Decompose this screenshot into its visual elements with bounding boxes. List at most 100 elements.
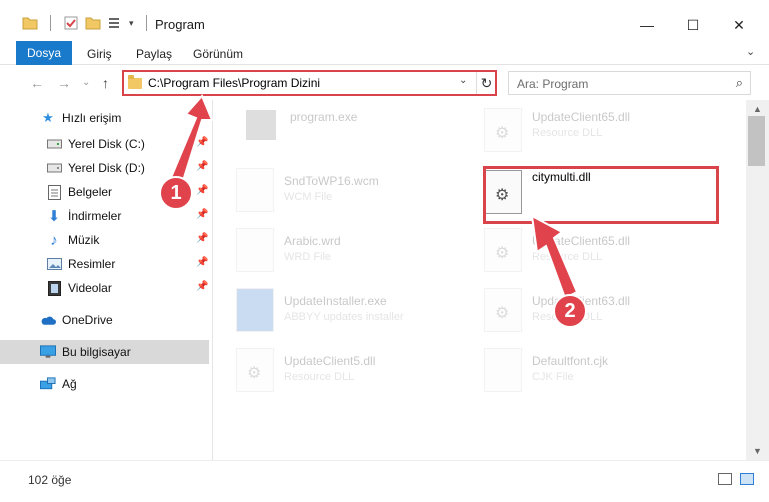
file-type: WRD File	[284, 251, 332, 263]
details-view-icon[interactable]	[718, 473, 732, 485]
file-name: Arabic.wrd	[284, 234, 341, 248]
nav-drive-c[interactable]: Yerel Disk (C:) 📌	[0, 132, 209, 156]
recent-locations-icon[interactable]: ⌄	[82, 77, 90, 88]
new-folder-icon[interactable]	[85, 15, 101, 31]
properties-icon[interactable]	[63, 15, 79, 31]
dll-file-icon: ⚙	[484, 288, 522, 332]
file-name: UpdateClient65.dll	[532, 110, 631, 124]
refresh-icon[interactable]: ↻	[476, 72, 496, 94]
address-path[interactable]: C:\Program Files\Program Dizini	[148, 76, 320, 90]
download-icon: ⬇	[47, 208, 61, 225]
highlight-box	[483, 166, 719, 224]
file-item[interactable]: program.exe	[242, 108, 357, 140]
file-item[interactable]: ⚙ UpdateClient65.dll Resource DLL	[484, 228, 630, 272]
nav-pictures[interactable]: Resimler 📌	[0, 252, 209, 276]
tab-view[interactable]: Görünüm	[193, 47, 243, 61]
dll-file-icon: ⚙	[484, 108, 522, 152]
pin-icon: 📌	[196, 209, 209, 220]
nav-onedrive[interactable]: OneDrive	[0, 308, 209, 332]
dll-file-icon: ⚙	[484, 228, 522, 272]
file-item[interactable]: ⚙ UpdateClient65.dll Resource DLL	[484, 108, 630, 152]
nav-quick-access[interactable]: ★ Hızlı erişim	[0, 106, 209, 130]
large-icons-view-icon[interactable]	[740, 473, 754, 485]
file-type: CJK File	[532, 371, 574, 383]
file-type: ABBYY updates installer	[284, 311, 404, 323]
close-icon: ✕	[733, 16, 745, 33]
network-icon	[40, 376, 56, 392]
file-item[interactable]: UpdateInstaller.exe ABBYY updates install…	[236, 288, 404, 332]
search-icon[interactable]: ⌕	[736, 75, 743, 91]
document-file-icon	[236, 168, 274, 212]
file-list: program.exe SndToWP16.wcm WCM File Arabic…	[214, 100, 746, 460]
quick-access-toolbar: ▾	[22, 15, 153, 31]
document-file-icon	[484, 348, 522, 392]
gear-icon: ⚙	[247, 365, 262, 382]
customize-toolbar-icon[interactable]	[107, 15, 123, 31]
toolbar-dropdown-icon[interactable]: ▾	[129, 18, 134, 29]
vertical-scrollbar[interactable]: ▲ ▼	[746, 100, 769, 460]
minimize-button[interactable]: —	[624, 10, 670, 40]
tab-home[interactable]: Giriş	[87, 47, 112, 61]
tab-file[interactable]: Dosya	[16, 41, 72, 65]
nav-music[interactable]: ♪ Müzik 📌	[0, 228, 209, 252]
tab-share[interactable]: Paylaş	[136, 47, 172, 61]
forward-arrow-icon[interactable]: →	[57, 75, 71, 91]
address-row: ← → ⌄ ↑ C:\Program Files\Program Dizini …	[0, 66, 769, 100]
file-item[interactable]: SndToWP16.wcm WCM File	[236, 168, 379, 212]
pin-icon: 📌	[196, 233, 209, 244]
minimize-icon: —	[640, 17, 654, 33]
gear-icon: ⚙	[495, 305, 510, 322]
up-arrow-icon[interactable]: ↑	[102, 75, 109, 91]
title-bar: ▾ Program — ☐ ✕	[0, 0, 769, 40]
window-title: Program	[155, 17, 205, 32]
expand-ribbon-icon[interactable]: ⌄	[746, 45, 755, 58]
file-type: Resource DLL	[532, 251, 603, 263]
file-item[interactable]: Defaultfont.cjk CJK File	[484, 348, 608, 392]
search-input[interactable]: Ara: Program ⌕	[508, 71, 751, 95]
music-icon: ♪	[50, 231, 58, 249]
dll-file-icon: ⚙	[236, 348, 274, 392]
file-name: UpdateClient5.dll	[284, 354, 376, 368]
drive-icon	[46, 160, 62, 176]
close-button[interactable]: ✕	[716, 10, 762, 40]
pin-icon: 📌	[196, 161, 209, 172]
pin-icon: 📌	[196, 257, 209, 268]
status-bar: 102 öğe	[0, 460, 769, 502]
gear-icon: ⚙	[495, 245, 510, 262]
nav-this-pc[interactable]: Bu bilgisayar	[0, 340, 209, 364]
address-dropdown-icon[interactable]: ⌄	[459, 75, 467, 86]
address-bar[interactable]: C:\Program Files\Program Dizini ⌄ ↻	[122, 70, 497, 96]
pin-icon: 📌	[196, 185, 209, 196]
document-file-icon	[236, 228, 274, 272]
file-name: UpdateClient65.dll	[532, 234, 631, 248]
cloud-icon	[40, 312, 56, 328]
computer-icon	[40, 344, 56, 360]
search-placeholder: Ara: Program	[517, 77, 589, 91]
maximize-button[interactable]: ☐	[670, 10, 716, 40]
nav-videos[interactable]: Videolar 📌	[0, 276, 209, 300]
ribbon-tabs: Dosya Giriş Paylaş Görünüm ⌄	[0, 40, 769, 65]
documents-icon	[46, 184, 62, 200]
file-name: UpdateInstaller.exe	[284, 294, 387, 308]
maximize-icon: ☐	[686, 16, 700, 33]
star-icon: ★	[42, 110, 54, 125]
videos-icon	[46, 280, 62, 296]
divider	[145, 15, 147, 31]
file-item[interactable]: ⚙ UpdateClient5.dll Resource DLL	[236, 348, 375, 392]
installer-file-icon	[236, 288, 274, 332]
gear-icon: ⚙	[495, 125, 510, 142]
scroll-up-icon[interactable]: ▲	[753, 104, 762, 114]
pin-icon: 📌	[196, 281, 209, 292]
file-type: Resource DLL	[532, 127, 603, 139]
file-name: SndToWP16.wcm	[284, 174, 379, 188]
scroll-thumb[interactable]	[748, 116, 765, 166]
scroll-down-icon[interactable]: ▼	[753, 446, 762, 456]
file-name: Defaultfont.cjk	[532, 354, 609, 368]
nav-network[interactable]: Ağ	[0, 372, 209, 396]
file-type: WCM File	[284, 191, 333, 203]
folder-icon[interactable]	[22, 15, 38, 31]
pin-icon: 📌	[196, 137, 209, 148]
pictures-icon	[46, 256, 62, 272]
back-arrow-icon[interactable]: ←	[30, 75, 44, 91]
file-item[interactable]: Arabic.wrd WRD File	[236, 228, 341, 272]
